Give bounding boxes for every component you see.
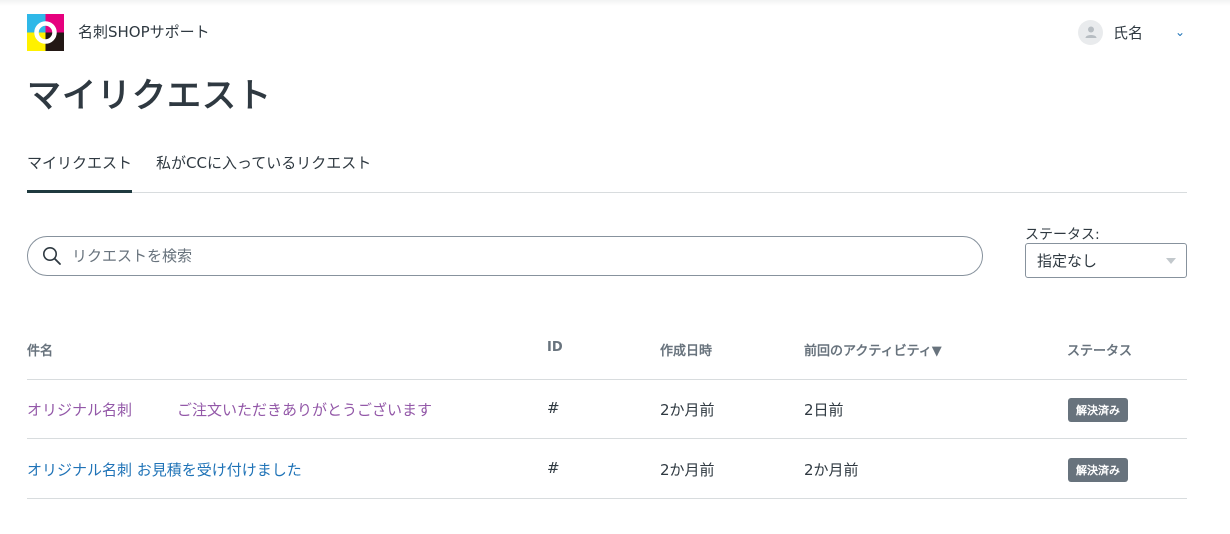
- status-badge: 解決済み: [1068, 398, 1128, 422]
- brand-logo-icon[interactable]: [27, 14, 64, 51]
- status-filter-value: 指定なし: [1037, 252, 1098, 270]
- tab-cc-requests[interactable]: 私がCCに入っているリクエスト: [156, 152, 371, 190]
- col-status[interactable]: ステータス: [1067, 340, 1132, 359]
- request-subject-link[interactable]: オリジナル名刺 ご注文いただきありがとうございます: [27, 399, 432, 420]
- request-subject-link[interactable]: オリジナル名刺 お見積を受け付けました: [27, 459, 302, 480]
- table-row: オリジナル名刺 お見積を受け付けました # 2か月前 2か月前 解決済み: [27, 439, 1187, 499]
- tab-bar: マイリクエスト 私がCCに入っているリクエスト: [27, 140, 1187, 193]
- search-input[interactable]: [70, 246, 954, 266]
- avatar: [1078, 19, 1103, 45]
- user-menu[interactable]: 氏名: [1078, 19, 1143, 45]
- brand-name[interactable]: 名刺SHOPサポート: [78, 21, 210, 42]
- chevron-down-icon[interactable]: ⌄: [1175, 25, 1185, 39]
- page-title: マイリクエスト: [27, 76, 272, 116]
- request-id: #: [547, 459, 560, 477]
- tab-my-requests[interactable]: マイリクエスト: [27, 152, 133, 193]
- col-created[interactable]: 作成日時: [660, 340, 712, 359]
- request-created: 2か月前: [660, 461, 715, 479]
- col-last-activity[interactable]: 前回のアクティビティ▼: [804, 340, 942, 359]
- user-icon: [1085, 26, 1096, 38]
- status-filter-select[interactable]: 指定なし: [1025, 243, 1187, 278]
- status-badge: 解決済み: [1068, 458, 1128, 482]
- search-box[interactable]: [27, 236, 983, 276]
- user-name: 氏名: [1113, 23, 1144, 42]
- col-subject[interactable]: 件名: [27, 340, 53, 359]
- request-last-activity: 2か月前: [804, 461, 859, 479]
- search-icon: [43, 247, 61, 265]
- table-row: オリジナル名刺 ご注文いただきありがとうございます # 2か月前 2日前 解決済…: [27, 379, 1187, 439]
- request-last-activity: 2日前: [804, 401, 844, 419]
- status-filter-label: ステータス:: [1025, 227, 1100, 243]
- request-created: 2か月前: [660, 401, 715, 419]
- table-header: 件名 ID 作成日時 前回のアクティビティ▼ ステータス: [27, 320, 1187, 380]
- top-shadow: [0, 0, 1230, 6]
- col-id[interactable]: ID: [547, 340, 563, 355]
- dropdown-arrow-icon: [1166, 258, 1176, 264]
- request-id: #: [547, 399, 560, 417]
